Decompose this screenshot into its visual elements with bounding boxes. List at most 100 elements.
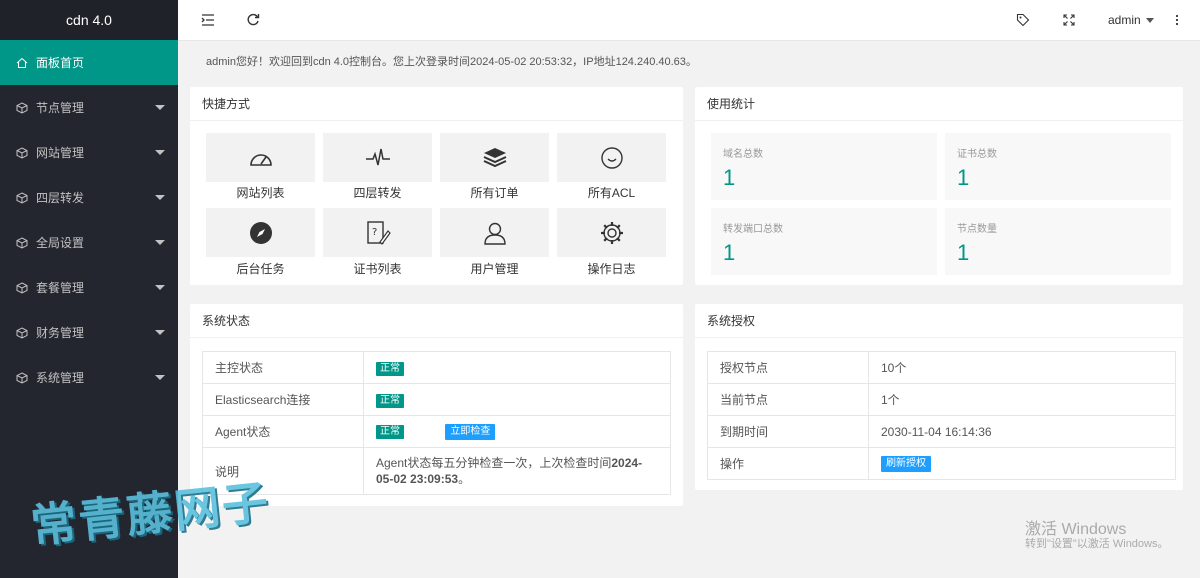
caret-down-icon	[155, 285, 165, 290]
shortcuts-card: 快捷方式 网站列表 四层转发 所有订单 所有ACL 后台任务 ? 证书列表 用户…	[190, 87, 683, 285]
shortcut-label: 操作日志	[587, 262, 636, 276]
user-menu[interactable]: admin	[1108, 13, 1154, 27]
row-value-cell: 正常	[363, 351, 671, 384]
shortcut-l4-forward[interactable]	[323, 133, 432, 182]
table-row: 操作 刷新授权	[707, 447, 1176, 480]
sidebar-item-nodes[interactable]: 节点管理	[0, 85, 178, 130]
sidebar-item-label: 网站管理	[36, 146, 85, 160]
sidebar-item-label: 套餐管理	[36, 281, 85, 295]
app-logo: cdn 4.0	[0, 0, 178, 40]
caret-down-icon	[155, 330, 165, 335]
caret-down-icon	[155, 150, 165, 155]
more-vertical-icon[interactable]	[1170, 13, 1184, 27]
stat-node-count: 节点数量 1	[945, 208, 1171, 275]
caret-down-icon	[155, 240, 165, 245]
cube-icon	[16, 236, 28, 249]
license-table: 授权节点 10个 当前节点 1个 到期时间 2030-11-04 16:14:3…	[707, 351, 1176, 480]
sidebar-item-label: 面板首页	[36, 56, 85, 70]
sidebar-item-label: 系统管理	[36, 371, 85, 385]
shortcut-label: 所有ACL	[587, 186, 636, 200]
shortcut-user-management[interactable]	[440, 208, 549, 257]
caret-down-icon	[155, 105, 165, 110]
row-label: 到期时间	[707, 415, 869, 448]
sidebar-item-packages[interactable]: 套餐管理	[0, 265, 178, 310]
shortcut-all-acl[interactable]	[557, 133, 666, 182]
stat-value: 1	[957, 165, 970, 190]
row-label: 授权节点	[707, 351, 869, 384]
gear-icon	[600, 221, 623, 244]
shortcut-operation-log[interactable]	[557, 208, 666, 257]
cube-icon	[16, 326, 28, 339]
caret-down-icon	[155, 375, 165, 380]
layers-icon	[483, 147, 506, 167]
caret-down-icon	[1145, 17, 1154, 23]
status-description: Agent状态每五分钟检查一次，上次检查时间	[376, 456, 612, 470]
sidebar-item-label: 四层转发	[36, 191, 85, 205]
sidebar-item-label: 全局设置	[36, 236, 85, 250]
row-label: Agent状态	[202, 415, 364, 448]
row-value: 10个	[868, 351, 1176, 384]
table-row: 主控状态 正常	[202, 351, 671, 384]
shortcut-label: 证书列表	[353, 262, 402, 276]
table-row: 当前节点 1个	[707, 383, 1176, 416]
sidebar-item-finance[interactable]: 财务管理	[0, 310, 178, 355]
status-badge: 正常	[376, 361, 404, 376]
compass-icon	[249, 221, 272, 244]
cube-icon	[16, 191, 28, 204]
row-label: 当前节点	[707, 383, 869, 416]
table-row: Elasticsearch连接 正常	[202, 383, 671, 416]
stat-label: 域名总数	[723, 149, 763, 160]
shortcut-label: 后台任务	[236, 262, 285, 276]
shortcut-label: 用户管理	[470, 262, 519, 276]
row-label: Elasticsearch连接	[202, 383, 364, 416]
pulse-icon	[365, 148, 390, 165]
dashboard-gauge-icon	[249, 153, 272, 166]
stat-label: 转发端口总数	[723, 224, 783, 235]
cube-icon	[16, 371, 28, 384]
check-now-button[interactable]: 立即检查	[445, 424, 496, 440]
caret-down-icon	[155, 195, 165, 200]
shortcut-label: 网站列表	[236, 186, 285, 200]
row-value: 2030-11-04 16:14:36	[868, 415, 1176, 448]
user-icon	[483, 222, 506, 245]
usage-stats-card: 使用统计 域名总数 1 证书总数 1 转发端口总数 1 节点数量 1	[695, 87, 1183, 285]
sidebar-item-l4-forward[interactable]: 四层转发	[0, 175, 178, 220]
refresh-license-button[interactable]: 刷新授权	[881, 456, 931, 472]
license-card: 系统授权 授权节点 10个 当前节点 1个 到期时间 2030-11-04 16…	[695, 304, 1183, 490]
stat-value: 1	[723, 165, 736, 190]
row-value-cell: 正常 立即检查	[363, 415, 671, 448]
shortcut-site-list[interactable]	[206, 133, 315, 182]
face-icon	[600, 146, 623, 169]
fullscreen-icon[interactable]	[1062, 13, 1076, 27]
system-status-table: 主控状态 正常 Elasticsearch连接 正常 Agent状态 正常 立即…	[202, 351, 671, 495]
cube-icon	[16, 281, 28, 294]
table-row: 到期时间 2030-11-04 16:14:36	[707, 415, 1176, 448]
sidebar-item-sites[interactable]: 网站管理	[0, 130, 178, 175]
status-description-end: 。	[458, 472, 471, 486]
stat-forward-port-count: 转发端口总数 1	[711, 208, 937, 275]
cube-icon	[16, 146, 28, 159]
home-icon	[16, 57, 28, 69]
shortcut-background-tasks[interactable]	[206, 208, 315, 257]
windows-activation-hint: 转到"设置"以激活 Windows。	[1025, 538, 1169, 550]
table-row: 说明 Agent状态每五分钟检查一次，上次检查时间2024-05-02 23:0…	[202, 447, 671, 495]
sidebar-item-global-settings[interactable]: 全局设置	[0, 220, 178, 265]
shortcut-all-orders[interactable]	[440, 133, 549, 182]
stat-label: 证书总数	[957, 149, 997, 160]
shortcut-cert-list[interactable]: ?	[323, 208, 432, 257]
sidebar-item-dashboard[interactable]: 面板首页	[0, 40, 178, 85]
row-value-cell: 刷新授权	[868, 447, 1176, 480]
card-title: 系统授权	[695, 304, 1183, 338]
row-value: 1个	[868, 383, 1176, 416]
menu-collapse-icon[interactable]	[201, 13, 215, 27]
shortcut-label: 四层转发	[353, 186, 402, 200]
stat-value: 1	[957, 240, 970, 265]
row-value-cell: Agent状态每五分钟检查一次，上次检查时间2024-05-02 23:09:5…	[363, 447, 671, 495]
status-badge: 正常	[376, 425, 404, 439]
sidebar-item-label: 财务管理	[36, 326, 85, 340]
sidebar-item-system[interactable]: 系统管理	[0, 355, 178, 400]
tag-icon[interactable]	[1016, 13, 1030, 27]
row-value-cell: 正常	[363, 383, 671, 416]
refresh-icon[interactable]	[246, 13, 260, 27]
top-header: admin	[178, 0, 1200, 41]
